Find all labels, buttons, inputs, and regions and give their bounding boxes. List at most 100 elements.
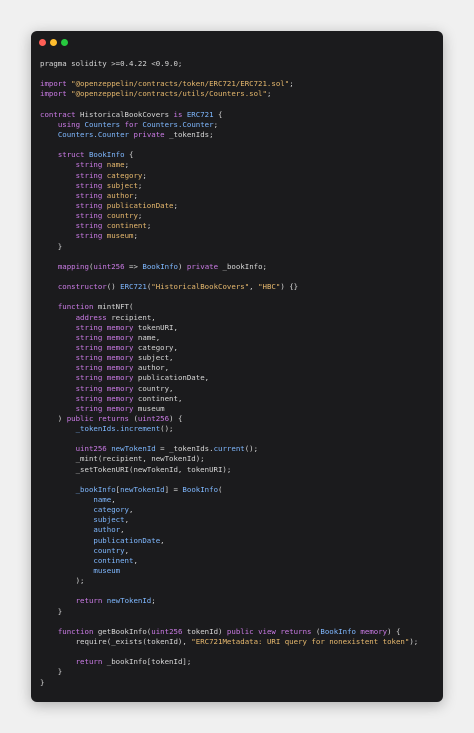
code-token: string: [75, 211, 107, 221]
code-token: ;: [133, 190, 138, 200]
code-line: constructor() ERC721("HistoricalBookCove…: [40, 282, 439, 292]
code-line: string publicationDate;: [40, 201, 439, 211]
code-token: ,: [124, 515, 130, 525]
code-line: _mint(recipient, newTokenId);: [40, 454, 439, 464]
code-token: ;: [289, 79, 294, 89]
code-token: ;: [151, 596, 156, 606]
code-token: category: [93, 505, 130, 515]
code-token: ) {: [169, 413, 183, 423]
code-token: public returns: [66, 413, 134, 423]
close-window-button[interactable]: [39, 39, 46, 46]
code-token: {: [124, 150, 134, 160]
code-token: _tokenIds.increment: [75, 424, 161, 434]
code-token: function: [57, 302, 98, 312]
code-token: mintNFT(: [97, 302, 134, 312]
code-token: using: [57, 119, 85, 129]
code-token: ;: [137, 211, 143, 221]
code-token: name: [106, 160, 125, 170]
code-line: function getBookInfo(uint256 tokenId) pu…: [40, 627, 439, 637]
code-line: category,: [40, 505, 439, 515]
code-token: _mint(recipient, newTokenId);: [40, 454, 205, 464]
code-line: string memory subject,: [40, 353, 439, 363]
code-token: getBookInfo(: [97, 626, 152, 636]
code-line: string author;: [40, 191, 439, 201]
code-token: ;: [173, 200, 178, 210]
code-token: is: [173, 109, 187, 119]
code-token: continent: [106, 221, 147, 231]
code-token: Counters: [84, 119, 121, 129]
code-token: string: [75, 170, 107, 180]
code-line: import "@openzeppelin/contracts/token/ER…: [40, 79, 439, 89]
code-token: country: [93, 545, 125, 555]
code-line: string memory country,: [40, 384, 439, 394]
code-line: return newTokenId;: [40, 596, 439, 606]
code-token: museum: [137, 403, 165, 413]
code-token: =>: [124, 261, 143, 271]
code-line: }: [40, 678, 439, 688]
code-token: ();: [160, 424, 174, 434]
code-token: ,: [120, 525, 125, 535]
code-token: Counters.Counter: [142, 119, 214, 129]
code-token: );: [40, 576, 85, 586]
code-token: ,: [129, 505, 134, 515]
code-token: BookInfo: [182, 484, 219, 494]
code-token: mapping: [57, 261, 89, 271]
code-token: author: [93, 525, 121, 535]
code-token: ,: [249, 282, 259, 292]
code-token: }: [40, 241, 63, 251]
code-token: ): [178, 261, 187, 271]
code-token: (: [218, 484, 223, 494]
code-token: category,: [137, 342, 178, 352]
window-titlebar: [31, 31, 443, 55]
code-editor[interactable]: pragma solidity >=0.4.22 <0.9.0; import "…: [40, 59, 439, 688]
code-token: ,: [160, 535, 165, 545]
code-token: string: [75, 190, 107, 200]
zoom-window-button[interactable]: [61, 39, 68, 46]
code-line: string memory name,: [40, 333, 439, 343]
code-token: subject,: [137, 353, 174, 363]
code-token: ,: [124, 545, 130, 555]
code-token: string memory: [75, 403, 138, 413]
code-token: string memory: [75, 363, 138, 373]
code-token: "ERC721Metadata: URI query for nonexiste…: [191, 637, 410, 647]
code-token: pragma solidity >=0.4.22 <0.9.0;: [40, 59, 183, 68]
code-token: museum: [93, 566, 121, 576]
code-token: ERC721: [120, 282, 147, 292]
code-token: ) {}: [280, 282, 299, 292]
code-token: "@openzeppelin/contracts/utils/Counters.…: [71, 89, 267, 99]
minimize-window-button[interactable]: [50, 39, 57, 46]
code-token: newTokenId: [106, 596, 152, 606]
code-token: publicationDate,: [137, 373, 210, 383]
code-token: tokenId): [182, 626, 227, 636]
code-token: ;: [213, 119, 219, 129]
code-line: string memory continent,: [40, 394, 439, 404]
code-line: return _bookInfo[tokenId];: [40, 657, 439, 667]
code-token: _setTokenURI(newTokenId, tokenURI);: [40, 464, 232, 474]
